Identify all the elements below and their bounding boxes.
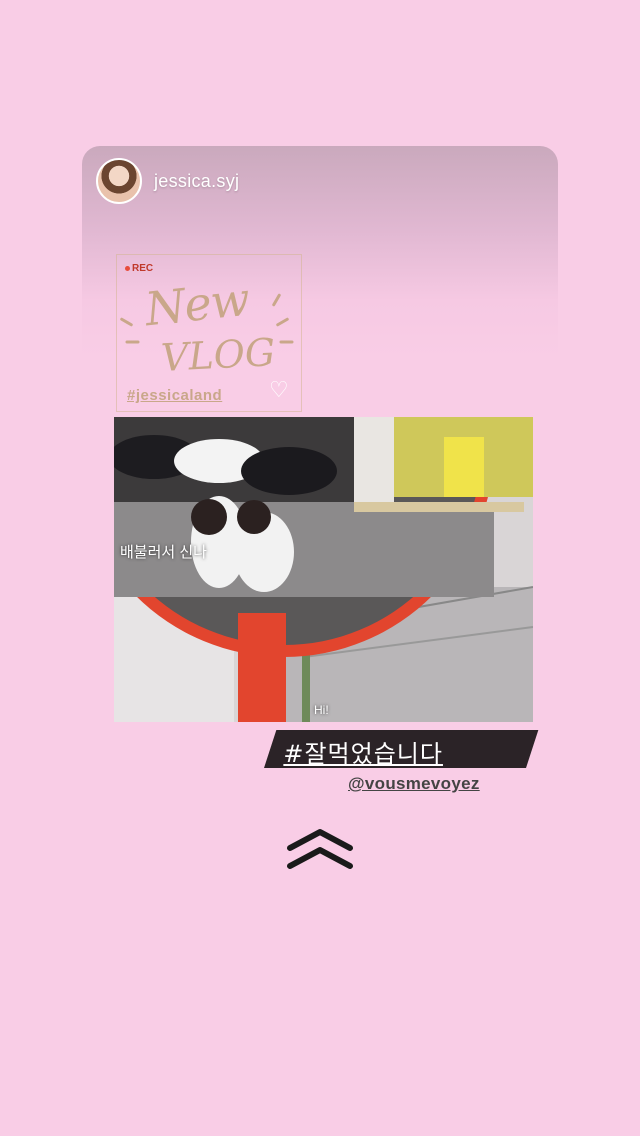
mention-sticker[interactable]: @vousmevoyez [348,774,480,794]
rec-label: REC [125,263,153,274]
sparkle-icon [125,340,140,344]
chevron-double-up-icon[interactable] [284,826,356,874]
story-header[interactable]: jessica.syj [96,158,239,204]
korean-hashtag-sticker[interactable]: #잘먹었습니다 [264,730,539,769]
avatar[interactable] [96,158,142,204]
white-heart-icon: ♡ [269,377,289,402]
video-frame[interactable]: 배불러서 신나 Hi! [114,417,533,722]
new-vlog-sticker: REC New VLOG #jessicaland ♡ [116,254,302,412]
sparkle-icon [275,317,290,327]
video-subtitle-main: 배불러서 신나 [120,544,207,561]
hashtag-jessicaland[interactable]: #jessicaland [127,387,222,404]
parking-garage-scene [114,417,533,722]
rec-dot-icon [125,265,130,271]
rec-text: REC [132,263,154,274]
vlog-text: VLOG [159,330,277,380]
korean-hashtag-text[interactable]: #잘먹었습니다 [283,734,443,769]
sparkle-icon [271,293,282,307]
sparkle-icon [279,340,294,344]
username[interactable]: jessica.syj [154,171,239,192]
new-text: New [142,271,252,337]
sparkle-icon [119,317,134,327]
video-subtitle-small: Hi! [314,703,329,717]
